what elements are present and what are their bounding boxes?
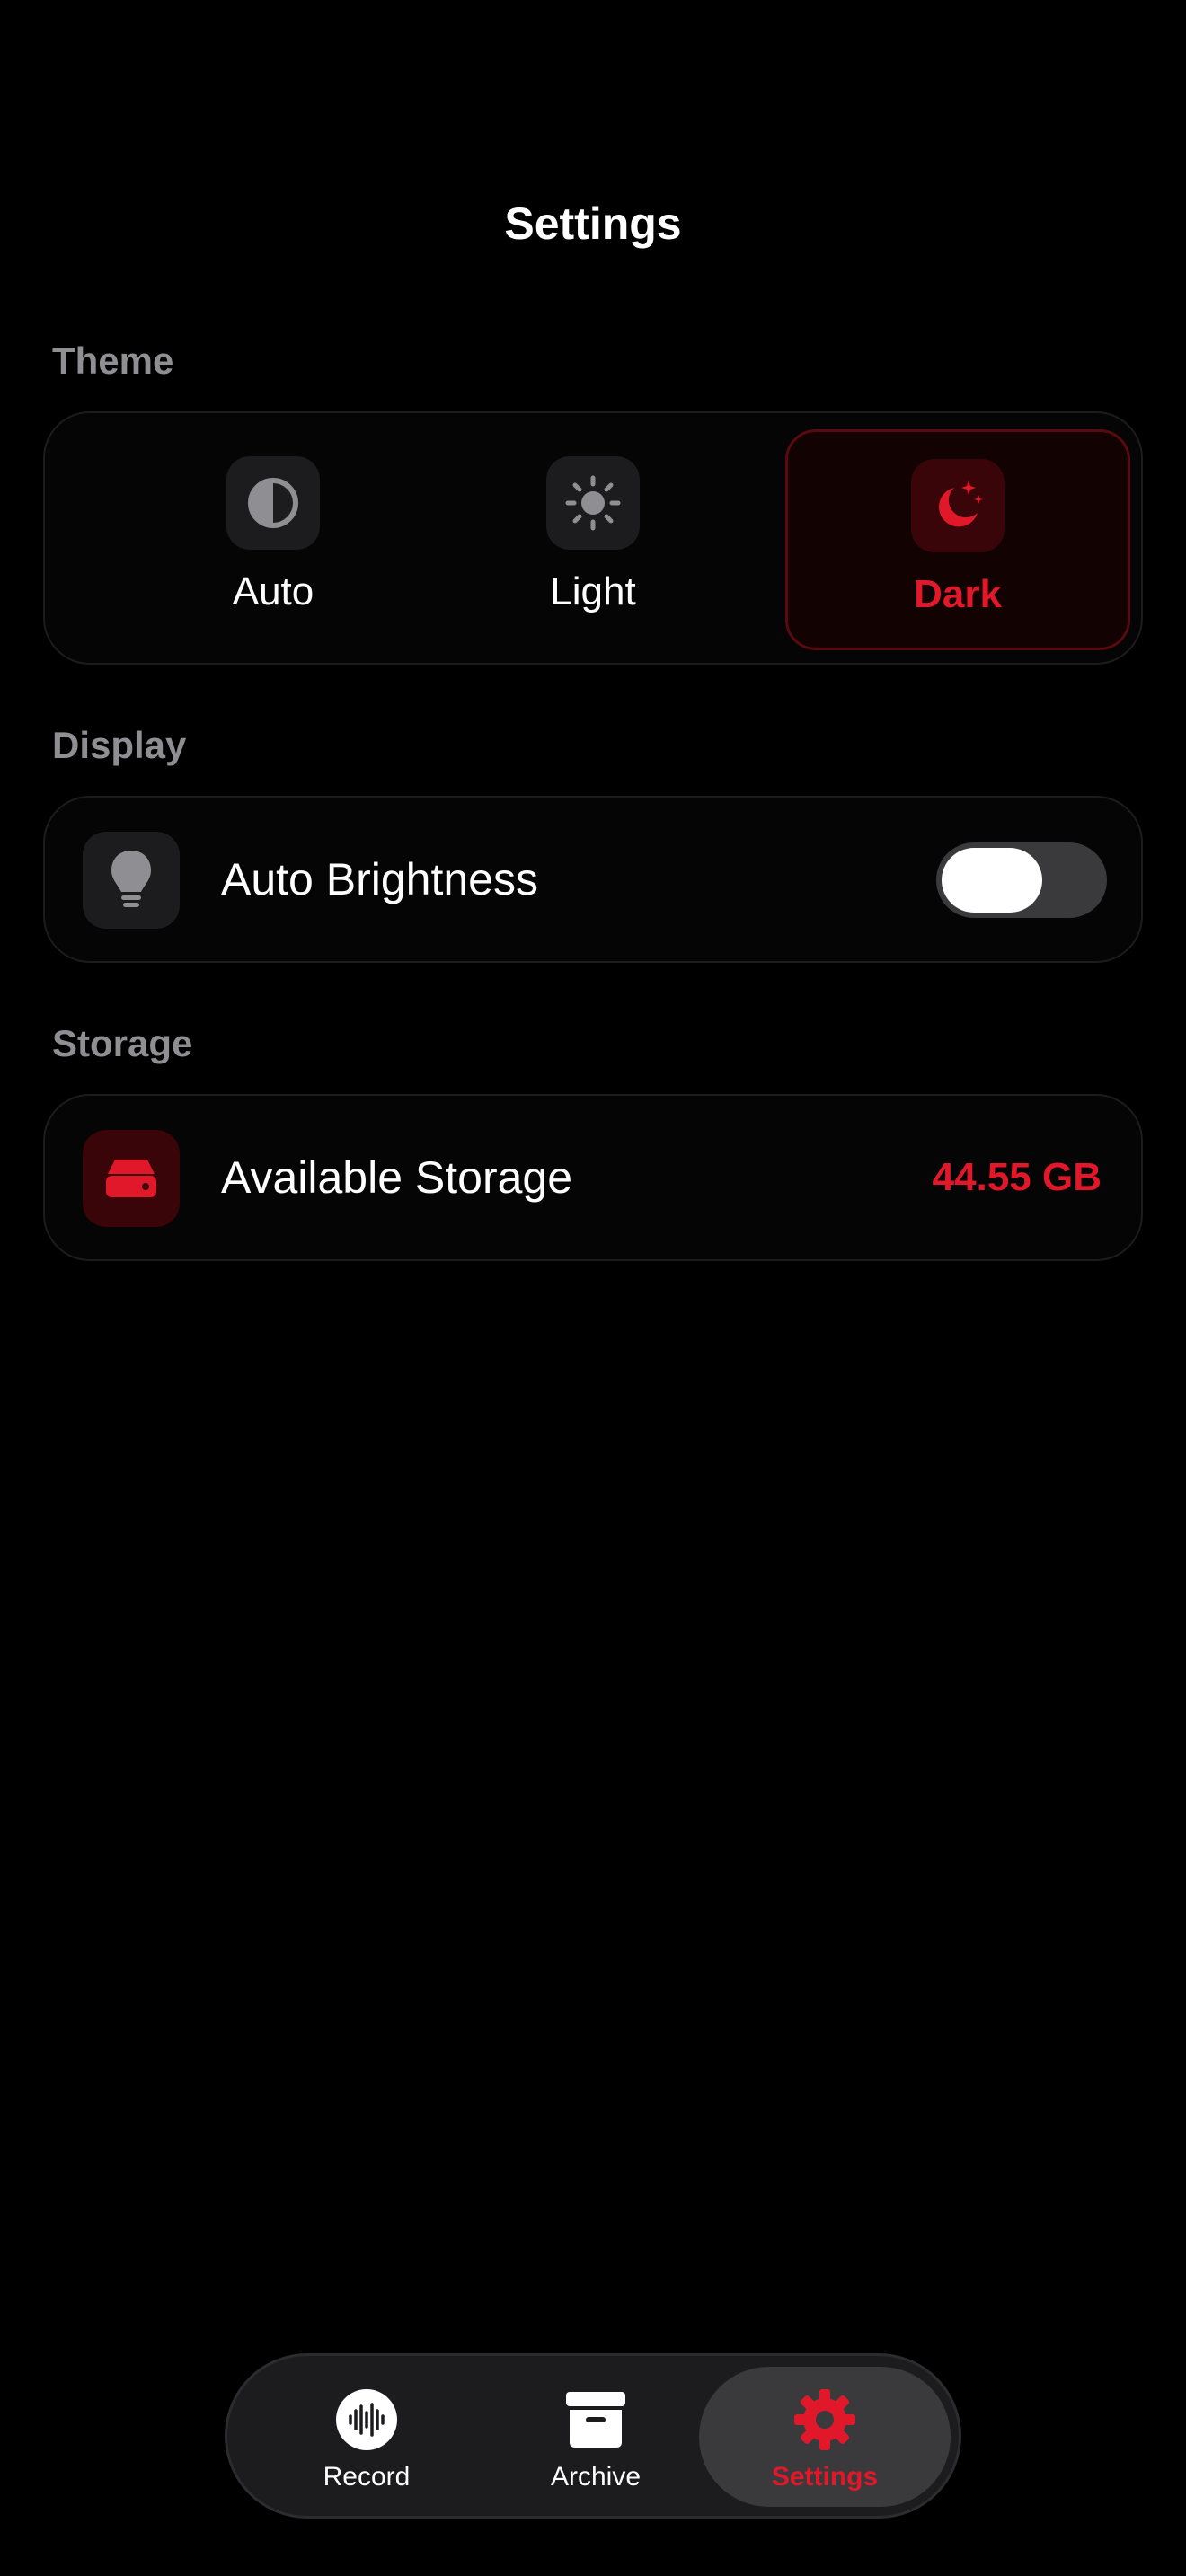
- auto-brightness-row: Auto Brightness: [43, 796, 1143, 963]
- gear-icon: [792, 2388, 858, 2451]
- theme-option-auto[interactable]: Auto: [101, 429, 446, 650]
- tab-label: Settings: [771, 2462, 879, 2492]
- moon-stars-icon: [911, 459, 1005, 552]
- section-label-theme: Theme: [52, 340, 174, 382]
- auto-brightness-label: Auto Brightness: [221, 854, 538, 904]
- theme-selector: Auto Light Dark: [43, 411, 1143, 665]
- settings-screen: Settings Theme Auto Light Dark Display A…: [0, 0, 1186, 2576]
- auto-brightness-toggle[interactable]: [936, 842, 1107, 918]
- tab-label: Record: [323, 2462, 411, 2492]
- toggle-knob: [942, 848, 1042, 913]
- available-storage-value: 44.55 GB: [932, 1155, 1102, 1199]
- available-storage-label: Available Storage: [221, 1152, 573, 1203]
- section-label-display: Display: [52, 724, 187, 766]
- page-title: Settings: [504, 198, 682, 249]
- lightbulb-icon: [83, 832, 180, 929]
- tab-settings[interactable]: Settings: [699, 2367, 951, 2507]
- available-storage-row: Available Storage 44.55 GB: [43, 1094, 1143, 1261]
- tab-bar: Record Archive Settings: [225, 2353, 961, 2519]
- theme-option-light[interactable]: Light: [420, 429, 766, 650]
- archive-box-icon: [564, 2388, 627, 2451]
- theme-option-dark[interactable]: Dark: [785, 429, 1130, 650]
- section-label-storage: Storage: [52, 1022, 193, 1064]
- waveform-icon: [335, 2388, 398, 2451]
- drive-icon: [83, 1130, 180, 1227]
- theme-option-label: Light: [550, 569, 636, 613]
- theme-option-label: Auto: [232, 569, 314, 613]
- sun-icon: [546, 456, 640, 550]
- theme-option-label: Dark: [914, 572, 1002, 616]
- tab-record[interactable]: Record: [263, 2367, 470, 2507]
- tab-label: Archive: [550, 2462, 642, 2492]
- tab-archive[interactable]: Archive: [492, 2367, 699, 2507]
- half-circle-icon: [226, 456, 320, 550]
